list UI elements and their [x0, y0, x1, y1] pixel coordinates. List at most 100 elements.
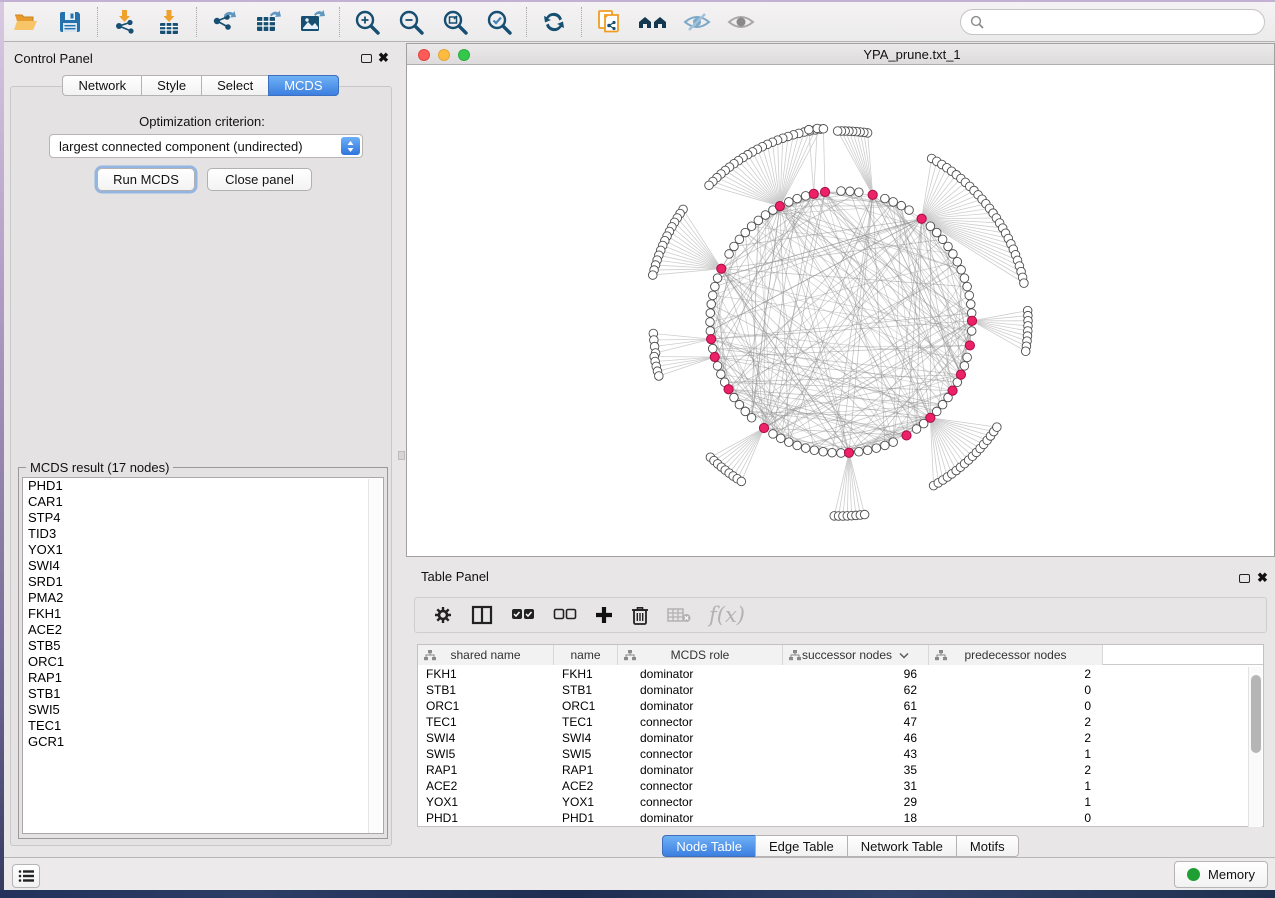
- show-column-panel-button[interactable]: [471, 605, 493, 625]
- mcds-result-item[interactable]: FKH1: [23, 606, 383, 622]
- delete-column-button[interactable]: [631, 605, 649, 625]
- mcds-result-item[interactable]: SWI5: [23, 702, 383, 718]
- control-panel-float-icon[interactable]: [361, 54, 372, 63]
- cell-mcds-role: dominator: [618, 811, 783, 825]
- refresh-button[interactable]: [539, 7, 569, 37]
- mcds-result-item[interactable]: STB5: [23, 638, 383, 654]
- mcds-result-item[interactable]: SRD1: [23, 574, 383, 590]
- mcds-result-item[interactable]: GCR1: [23, 734, 383, 750]
- export-image-button[interactable]: [297, 7, 327, 37]
- mcds-result-item[interactable]: RAP1: [23, 670, 383, 686]
- table-row[interactable]: ACE2ACE2connector311: [418, 778, 1263, 794]
- table-row[interactable]: ORC1ORC1dominator610: [418, 698, 1263, 714]
- cell-successor-nodes: 31: [783, 779, 929, 793]
- first-neighbors-button[interactable]: [638, 7, 668, 37]
- table-row[interactable]: RAP1RAP1dominator352: [418, 762, 1263, 778]
- new-network-from-selection-button[interactable]: [594, 7, 624, 37]
- mcds-list-scrollbar[interactable]: [368, 479, 381, 834]
- run-mcds-button[interactable]: Run MCDS: [97, 168, 195, 191]
- import-network-button[interactable]: [110, 7, 140, 37]
- open-file-button[interactable]: [11, 7, 41, 37]
- mcds-result-item[interactable]: ACE2: [23, 622, 383, 638]
- export-table-button[interactable]: [253, 7, 283, 37]
- export-network-button[interactable]: [209, 7, 239, 37]
- tab-node-table[interactable]: Node Table: [662, 835, 755, 857]
- control-panel-close-icon[interactable]: ✖: [378, 50, 389, 66]
- zoom-selected-button[interactable]: [484, 7, 514, 37]
- column-header-name[interactable]: name: [554, 645, 618, 665]
- tab-style[interactable]: Style: [141, 75, 201, 96]
- save-session-button[interactable]: [55, 7, 85, 37]
- criterion-dropdown[interactable]: largest connected component (undirected): [49, 134, 363, 158]
- zoom-fit-button[interactable]: [440, 7, 470, 37]
- close-panel-button[interactable]: Close panel: [207, 168, 312, 191]
- maximize-traffic-light[interactable]: [458, 49, 470, 61]
- tab-network-table[interactable]: Network Table: [847, 835, 956, 857]
- function-builder-button[interactable]: f(x): [709, 603, 745, 627]
- mcds-result-item[interactable]: SWI4: [23, 558, 383, 574]
- mcds-result-item[interactable]: YOX1: [23, 542, 383, 558]
- tab-mcds[interactable]: MCDS: [268, 75, 338, 96]
- memory-button[interactable]: Memory: [1174, 861, 1268, 888]
- toolbar-separator: [339, 7, 340, 37]
- mcds-result-item[interactable]: CAR1: [23, 494, 383, 510]
- select-all-button[interactable]: [511, 608, 535, 622]
- minimize-traffic-light[interactable]: [438, 49, 450, 61]
- zoom-out-button[interactable]: [396, 7, 426, 37]
- mcds-result-item[interactable]: PMA2: [23, 590, 383, 606]
- mcds-result-item[interactable]: STP4: [23, 510, 383, 526]
- delete-table-button[interactable]: [667, 607, 691, 623]
- table-row[interactable]: STB1STB1dominator620: [418, 682, 1263, 698]
- show-all-button[interactable]: [726, 7, 756, 37]
- export-image-icon: [298, 9, 326, 35]
- zoom-selected-icon: [486, 9, 512, 35]
- mcds-result-item[interactable]: ORC1: [23, 654, 383, 670]
- tab-select[interactable]: Select: [201, 75, 268, 96]
- mcds-result-list[interactable]: PHD1CAR1STP4TID3YOX1SWI4SRD1PMA2FKH1ACE2…: [22, 477, 384, 834]
- table-row[interactable]: SWI4SWI4dominator462: [418, 730, 1263, 746]
- table-panel-close-icon[interactable]: ✖: [1257, 570, 1268, 586]
- table-toolbar: f(x): [414, 597, 1267, 633]
- column-header-predecessor-nodes[interactable]: predecessor nodes: [929, 645, 1103, 665]
- tab-edge-table[interactable]: Edge Table: [755, 835, 847, 857]
- import-table-button[interactable]: [154, 7, 184, 37]
- table-row[interactable]: TEC1TEC1connector472: [418, 714, 1263, 730]
- mcds-result-item[interactable]: TEC1: [23, 718, 383, 734]
- mcds-tab-content: Optimization criterion: largest connecte…: [10, 86, 392, 846]
- table-scrollbar-thumb[interactable]: [1251, 675, 1261, 753]
- search-input[interactable]: [960, 9, 1265, 35]
- cell-name: YOX1: [554, 795, 618, 809]
- table-settings-button[interactable]: [433, 605, 453, 625]
- cell-name: TEC1: [554, 715, 618, 729]
- memory-status-icon: [1187, 868, 1200, 881]
- table-row[interactable]: PHD1PHD1dominator180: [418, 810, 1263, 826]
- deselect-all-button[interactable]: [553, 608, 577, 622]
- desktop-wallpaper-top: [0, 0, 1275, 2]
- mcds-result-item[interactable]: STB1: [23, 686, 383, 702]
- table-scrollbar[interactable]: [1248, 667, 1262, 827]
- close-traffic-light[interactable]: [418, 49, 430, 61]
- network-view-title: YPA_prune.txt_1: [787, 47, 1037, 62]
- add-column-button[interactable]: [595, 606, 613, 624]
- column-header-MCDS-role[interactable]: MCDS role: [618, 645, 783, 665]
- hide-selected-button[interactable]: [682, 7, 712, 37]
- export-network-icon: [210, 9, 238, 35]
- table-panel-float-icon[interactable]: [1239, 574, 1250, 583]
- network-frame-titlebar[interactable]: YPA_prune.txt_1: [407, 44, 1274, 65]
- tab-network[interactable]: Network: [62, 75, 141, 96]
- mcds-result-item[interactable]: PHD1: [23, 478, 383, 494]
- delete-table-icon: [667, 607, 691, 623]
- column-header-shared-name[interactable]: shared name: [418, 645, 554, 665]
- status-menu-button[interactable]: [12, 864, 40, 888]
- table-row[interactable]: SWI5SWI5connector431: [418, 746, 1263, 762]
- splitter-handle[interactable]: [398, 451, 405, 460]
- table-row[interactable]: FKH1FKH1dominator962: [418, 666, 1263, 682]
- column-header-successor-nodes[interactable]: successor nodes: [783, 645, 929, 665]
- network-canvas[interactable]: [407, 65, 1274, 556]
- table-row[interactable]: YOX1YOX1connector291: [418, 794, 1263, 810]
- mcds-result-item[interactable]: TID3: [23, 526, 383, 542]
- tab-motifs[interactable]: Motifs: [956, 835, 1019, 857]
- vertical-splitter[interactable]: [397, 43, 406, 857]
- zoom-in-button[interactable]: [352, 7, 382, 37]
- cell-predecessor-nodes: 2: [929, 667, 1103, 681]
